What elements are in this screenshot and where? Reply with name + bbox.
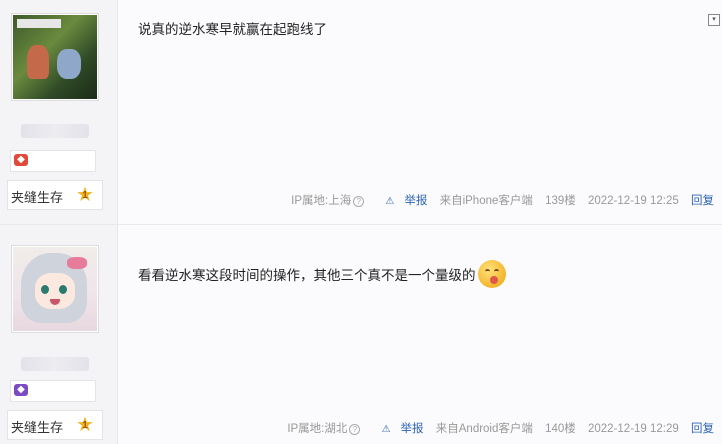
- dropdown-menu-icon[interactable]: ▾: [708, 14, 720, 26]
- ip-location: IP属地:湖北: [287, 423, 348, 435]
- avatar[interactable]: [11, 245, 99, 333]
- post-content: 看看逆水寒这段时间的操作，其他三个真不是一个量级的: [138, 260, 506, 288]
- game-badge-icon[interactable]: ◆: [14, 384, 28, 396]
- user-level[interactable]: 夹缝生存 ★ 1: [7, 180, 103, 210]
- reply-link[interactable]: 回复: [691, 195, 714, 207]
- client-source: 来自Android客户端: [435, 423, 533, 435]
- level-name: 夹缝生存: [11, 420, 64, 435]
- author-panel: ◆ 夹缝生存 ★ 1: [0, 0, 118, 224]
- avatar-image: [13, 15, 97, 99]
- floor-number: 139楼: [545, 195, 576, 207]
- help-icon[interactable]: ?: [353, 196, 365, 207]
- post-floor-140: ◆ 夹缝生存 ★ 1 看看逆水寒这段时间的操作，其他三个真不是一个量级的 IP属…: [0, 225, 722, 444]
- post-text: 看看逆水寒这段时间的操作，其他三个真不是一个量级的: [138, 268, 476, 283]
- level-number: 1: [82, 190, 88, 201]
- badge-row: ◆: [10, 150, 96, 172]
- username-blurred[interactable]: [21, 357, 89, 371]
- level-number: 1: [82, 420, 88, 431]
- help-icon[interactable]: ?: [349, 424, 361, 435]
- post-content: 说真的逆水寒早就赢在起跑线了: [138, 22, 327, 37]
- post-floor-139: ◆ 夹缝生存 ★ 1 说真的逆水寒早就赢在起跑线了 ▾ IP属地:上海? ⚠ 举报…: [0, 0, 722, 225]
- client-source: 来自iPhone客户端: [439, 195, 533, 207]
- post-time: 2022-12-19 12:29: [587, 423, 679, 435]
- game-badge-icon[interactable]: ◆: [14, 154, 28, 166]
- avatar[interactable]: [11, 13, 99, 101]
- username-blurred[interactable]: [21, 124, 89, 138]
- user-level[interactable]: 夹缝生存 ★ 1: [7, 410, 103, 440]
- level-name: 夹缝生存: [11, 190, 64, 205]
- post-meta: IP属地:上海? ⚠ 举报 来自iPhone客户端 139楼 2022-12-19…: [282, 192, 714, 208]
- reply-link[interactable]: 回复: [691, 423, 714, 435]
- author-panel: ◆ 夹缝生存 ★ 1: [0, 225, 118, 444]
- post-time: 2022-12-19 12:25: [587, 195, 679, 207]
- floor-number: 140楼: [545, 423, 576, 435]
- post-meta: IP属地:湖北? ⚠ 举报 来自Android客户端 140楼 2022-12-1…: [278, 420, 714, 436]
- report-link[interactable]: ⚠ 举报: [373, 423, 424, 435]
- tongue-emoji-icon: [477, 260, 506, 288]
- warning-icon: ⚠: [385, 196, 395, 207]
- avatar-image: [13, 247, 97, 331]
- report-link[interactable]: ⚠ 举报: [376, 195, 427, 207]
- warning-icon: ⚠: [381, 424, 391, 435]
- badge-row: ◆: [10, 380, 96, 402]
- ip-location: IP属地:上海: [291, 195, 352, 207]
